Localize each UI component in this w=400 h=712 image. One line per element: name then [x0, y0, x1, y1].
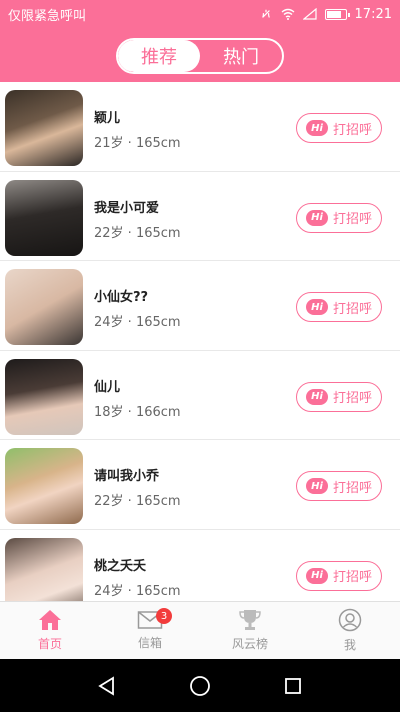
- bottom-tab-bar: 首页 信箱 3 风云榜 我: [0, 601, 400, 659]
- list-item[interactable]: 请叫我小乔 22岁 · 165cm Hi 打招呼: [0, 440, 400, 530]
- home-button[interactable]: [188, 674, 212, 698]
- signal-icon: [302, 8, 317, 20]
- avatar[interactable]: [5, 537, 83, 601]
- list-item[interactable]: 桃之夭夭 24岁 · 165cm Hi 打招呼: [0, 530, 400, 601]
- user-name: 颖儿: [94, 111, 121, 126]
- home-icon: [39, 610, 61, 630]
- tab-mailbox[interactable]: 信箱 3: [100, 602, 200, 659]
- greet-label: 打招呼: [332, 570, 372, 585]
- avatar[interactable]: [5, 358, 83, 435]
- greet-button[interactable]: Hi 打招呼: [296, 560, 382, 591]
- user-name: 请叫我小乔: [94, 469, 160, 484]
- no-notification-icon: [261, 9, 270, 18]
- greet-button[interactable]: Hi 打招呼: [296, 381, 382, 412]
- user-name: 桃之夭夭: [94, 558, 147, 574]
- greet-label: 打招呼: [332, 212, 372, 227]
- user-meta: 22岁 · 165cm: [94, 225, 181, 241]
- avatar[interactable]: [5, 448, 83, 524]
- user-name: 小仙女??: [94, 290, 149, 305]
- tab-ranking[interactable]: 风云榜: [200, 602, 300, 659]
- greet-button[interactable]: Hi 打招呼: [296, 202, 382, 233]
- square-icon: [285, 677, 302, 694]
- tab-home[interactable]: 首页: [0, 602, 100, 659]
- user-meta: 24岁 · 165cm: [94, 583, 181, 599]
- segment-control: 推荐 热门: [116, 38, 284, 74]
- profile-icon: [338, 608, 362, 632]
- greet-label: 打招呼: [332, 301, 372, 317]
- hi-icon: Hi: [305, 209, 328, 226]
- user-name: 仙儿: [94, 379, 121, 395]
- user-meta: 24岁 · 165cm: [94, 315, 181, 330]
- avatar[interactable]: [5, 269, 83, 345]
- hi-icon: Hi: [305, 478, 328, 494]
- system-nav-bar: [0, 659, 400, 712]
- user-meta: 21岁 · 165cm: [94, 136, 181, 151]
- greet-label: 打招呼: [332, 122, 372, 138]
- hi-icon: Hi: [305, 299, 328, 315]
- tab-me[interactable]: 我: [300, 602, 400, 659]
- back-button[interactable]: [95, 674, 119, 698]
- list-item[interactable]: 仙儿 18岁 · 166cm Hi 打招呼: [0, 351, 400, 440]
- tab-label: 信箱: [137, 636, 162, 650]
- tab-recommend[interactable]: 推荐: [118, 40, 200, 72]
- tab-label: 首页: [37, 637, 62, 651]
- greet-button[interactable]: Hi 打招呼: [296, 113, 382, 143]
- hi-icon: Hi: [305, 567, 328, 584]
- list-item[interactable]: 我是小可爱 22岁 · 165cm Hi 打招呼: [0, 172, 400, 261]
- tab-label: 我: [343, 638, 356, 652]
- wifi-icon: [281, 8, 294, 20]
- trophy-icon: [239, 610, 261, 630]
- circle-icon: [190, 675, 210, 696]
- recents-button[interactable]: [281, 674, 305, 698]
- tab-label: 风云榜: [231, 637, 268, 651]
- list-item[interactable]: 颖儿 21岁 · 165cm Hi 打招呼: [0, 82, 400, 172]
- header: 推荐 热门: [0, 28, 400, 82]
- user-name: 我是小可爱: [94, 200, 160, 216]
- hi-icon: Hi: [305, 388, 328, 405]
- greet-button[interactable]: Hi 打招呼: [296, 292, 382, 322]
- greet-label: 打招呼: [332, 391, 372, 406]
- greet-label: 打招呼: [332, 480, 372, 496]
- user-meta: 18岁 · 166cm: [94, 404, 181, 420]
- avatar[interactable]: [5, 179, 83, 256]
- avatar[interactable]: [5, 90, 83, 166]
- list-item[interactable]: 小仙女?? 24岁 · 165cm Hi 打招呼: [0, 261, 400, 351]
- battery-icon: [324, 8, 350, 20]
- back-icon: [97, 675, 114, 696]
- user-meta: 22岁 · 165cm: [94, 494, 181, 509]
- clock: 17:21: [354, 6, 392, 22]
- greet-button[interactable]: Hi 打招呼: [296, 471, 382, 501]
- tab-hot[interactable]: 热门: [200, 40, 282, 72]
- carrier-text: 仅限紧急呼叫: [8, 8, 87, 24]
- unread-badge: 3: [156, 608, 172, 624]
- hi-icon: Hi: [305, 120, 328, 136]
- user-list: 颖儿 21岁 · 165cm Hi 打招呼 我是小可爱 22岁 · 165cm …: [0, 82, 400, 601]
- status-bar: 仅限紧急呼叫 17:21: [0, 0, 400, 28]
